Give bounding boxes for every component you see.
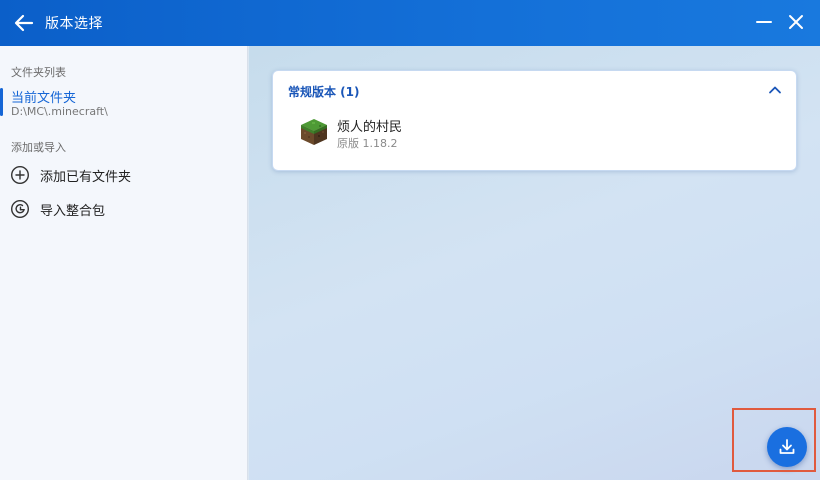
add-existing-folder-label: 添加已有文件夹 <box>40 170 132 185</box>
version-list-item[interactable]: 烦人的村民 原版 1.18.2 <box>281 111 789 151</box>
modpack-icon <box>10 199 30 219</box>
sidebar: 文件夹列表 当前文件夹 D:\MC\.minecraft\ 添加或导入 添加已有… <box>0 46 248 480</box>
back-arrow-icon[interactable] <box>12 11 36 35</box>
title-bar: 版本选择 <box>0 0 820 46</box>
chevron-up-icon[interactable] <box>767 82 783 98</box>
version-group-title: 常规版本 (1) <box>288 85 360 99</box>
current-folder-item[interactable]: 当前文件夹 D:\MC\.minecraft\ <box>0 86 248 120</box>
version-name: 烦人的村民 <box>337 120 403 135</box>
version-subtitle: 原版 1.18.2 <box>337 137 398 150</box>
minimize-icon[interactable] <box>754 12 774 32</box>
plus-circle-icon <box>10 165 30 185</box>
download-button[interactable] <box>767 427 807 467</box>
close-icon[interactable] <box>786 12 806 32</box>
window-title: 版本选择 <box>45 16 103 32</box>
add-existing-folder-button[interactable]: 添加已有文件夹 <box>0 160 248 190</box>
download-icon <box>779 439 795 454</box>
selected-indicator <box>0 88 3 116</box>
import-modpack-button[interactable]: 导入整合包 <box>0 194 248 224</box>
current-folder-path: D:\MC\.minecraft\ <box>11 105 108 118</box>
current-folder-title: 当前文件夹 <box>11 91 77 106</box>
version-group-card: 常规版本 (1) 烦人的村民 原版 1.18.2 <box>272 70 797 171</box>
grass-block-icon <box>301 119 327 145</box>
folder-section-label: 文件夹列表 <box>11 66 66 79</box>
add-section-label: 添加或导入 <box>11 141 66 154</box>
import-modpack-label: 导入整合包 <box>40 204 106 219</box>
version-group-header[interactable]: 常规版本 (1) <box>273 71 796 107</box>
main-panel: 常规版本 (1) 烦人的村民 原版 1.18.2 <box>249 46 820 480</box>
